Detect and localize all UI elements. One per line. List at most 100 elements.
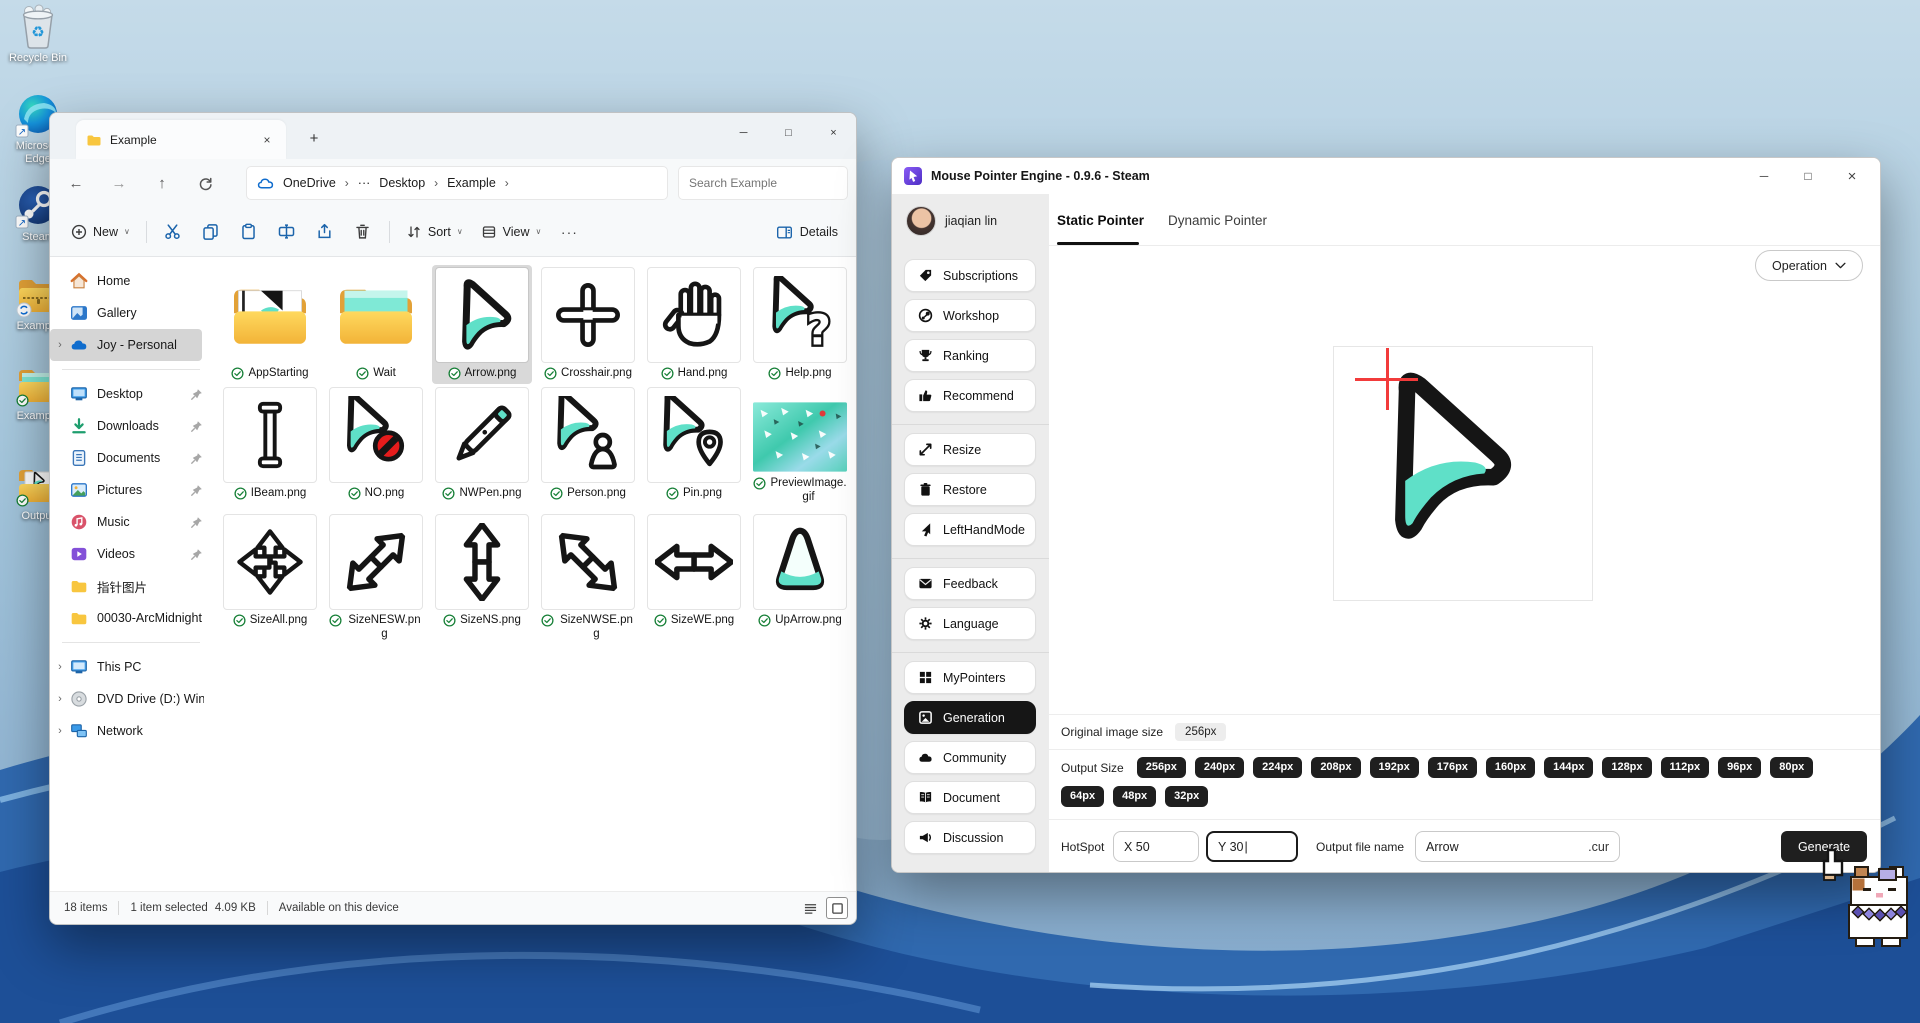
file-nwpen-png[interactable]: NWPen.png	[432, 385, 532, 504]
sort-button[interactable]: Sort ∨	[397, 214, 472, 250]
file-ibeam-png[interactable]: IBeam.png	[220, 385, 320, 504]
size-chip-32px[interactable]: 32px	[1165, 786, 1209, 807]
paste-button[interactable]	[230, 214, 268, 250]
size-chip-208px[interactable]: 208px	[1311, 757, 1361, 778]
size-chip-192px[interactable]: 192px	[1369, 757, 1419, 778]
sidebar-item-restore[interactable]: Restore	[904, 473, 1036, 506]
copy-button[interactable]	[192, 214, 230, 250]
breadcrumb-item-desktop[interactable]: Desktop	[379, 176, 425, 190]
close-button[interactable]: ×	[811, 113, 856, 153]
sidebar-item-pictures[interactable]: Pictures	[50, 474, 212, 506]
sidebar-item-recommend[interactable]: Recommend	[904, 379, 1036, 412]
maximize-button[interactable]: □	[766, 113, 811, 153]
sidebar-item-mypointers[interactable]: MyPointers	[904, 661, 1036, 694]
sidebar-item-subscriptions[interactable]: Subscriptions	[904, 259, 1036, 292]
sidebar-item-resize[interactable]: Resize	[904, 433, 1036, 466]
file-sizens-png[interactable]: SizeNS.png	[432, 512, 532, 631]
sidebar-item-pointer-images[interactable]: 指针图片	[50, 570, 212, 602]
hotspot-y-input[interactable]: Y 30 |	[1206, 831, 1298, 862]
size-chip-128px[interactable]: 128px	[1602, 757, 1652, 778]
minimize-button[interactable]: ─	[1742, 158, 1786, 194]
list-view-button[interactable]	[799, 897, 821, 919]
rename-button[interactable]	[268, 214, 306, 250]
sidebar-item-generation[interactable]: Generation	[904, 701, 1036, 734]
file-sizeall-png[interactable]: SizeAll.png	[220, 512, 320, 631]
cut-button[interactable]	[154, 214, 192, 250]
sidebar-item-this-pc[interactable]: › This PC	[50, 651, 212, 683]
file-sizenesw-png[interactable]: SizeNESW.png	[326, 512, 426, 646]
file-wait[interactable]: Wait	[326, 265, 426, 384]
breadcrumb-item-example[interactable]: Example	[447, 176, 496, 190]
details-button[interactable]: Details	[776, 207, 838, 257]
file-sizewe-png[interactable]: SizeWE.png	[644, 512, 744, 631]
file-no-png[interactable]: NO.png	[326, 385, 426, 504]
size-chip-256px[interactable]: 256px	[1136, 757, 1186, 778]
pointer-preview-canvas[interactable]	[1333, 346, 1593, 601]
back-button[interactable]: ←	[59, 166, 93, 200]
bread crumb-item-more[interactable]: ···	[358, 176, 371, 190]
sidebar-item-music[interactable]: Music	[50, 506, 212, 538]
sidebar-item-documents[interactable]: Documents	[50, 442, 212, 474]
tab-static-pointer[interactable]: Static Pointer	[1057, 194, 1144, 246]
size-chip-160px[interactable]: 160px	[1485, 757, 1536, 778]
file-person-png[interactable]: Person.png	[538, 385, 638, 504]
sidebar-item-desktop[interactable]: Desktop	[50, 378, 212, 410]
sidebar-item-community[interactable]: Community	[904, 741, 1036, 774]
minimize-button[interactable]: ─	[721, 113, 766, 153]
file-pin-png[interactable]: Pin.png	[644, 385, 744, 504]
size-chip-96px[interactable]: 96px	[1718, 757, 1762, 778]
refresh-button[interactable]	[188, 166, 222, 200]
desktop-icon-recycle-bin[interactable]: ♻ Recycle Bin	[2, 4, 74, 65]
output-file-name-input[interactable]: Arrow .cur	[1415, 831, 1620, 862]
operation-dropdown[interactable]: Operation	[1755, 250, 1863, 281]
chevron-right-icon[interactable]: ›	[50, 725, 70, 737]
file-appstarting[interactable]: AppStarting	[220, 265, 320, 384]
sidebar-item-network[interactable]: › Network	[50, 715, 212, 747]
up-button[interactable]: ↑	[145, 166, 179, 200]
sidebar-item-home[interactable]: Home	[50, 265, 212, 297]
more-options-button[interactable]: ···	[550, 214, 588, 250]
forward-button[interactable]: →	[102, 166, 136, 200]
tab-close-icon[interactable]: ×	[258, 131, 276, 149]
sidebar-item-discussion[interactable]: Discussion	[904, 821, 1036, 854]
sidebar-item-workshop[interactable]: Workshop	[904, 299, 1036, 332]
size-chip-64px[interactable]: 64px	[1061, 786, 1105, 807]
size-chip-80px[interactable]: 80px	[1770, 757, 1814, 778]
file-help-png[interactable]: Help.png	[750, 265, 850, 384]
share-button[interactable]	[306, 214, 344, 250]
sidebar-item-gallery[interactable]: Gallery	[50, 297, 212, 329]
tab-dynamic-pointer[interactable]: Dynamic Pointer	[1168, 194, 1267, 246]
sidebar-item-videos[interactable]: Videos	[50, 538, 212, 570]
hotspot-x-input[interactable]: X 50	[1113, 831, 1199, 862]
size-chip-144px[interactable]: 144px	[1544, 757, 1594, 778]
new-tab-button[interactable]: +	[300, 125, 328, 153]
delete-button[interactable]	[344, 214, 382, 250]
chevron-right-icon[interactable]: ›	[50, 661, 70, 673]
file-arrow-png[interactable]: Arrow.png	[432, 265, 532, 385]
file-sizenwse-png[interactable]: SizeNWSE.png	[538, 512, 638, 646]
maximize-button[interactable]: □	[1786, 158, 1830, 194]
file-uparrow-png[interactable]: UpArrow.png	[750, 512, 850, 631]
size-chip-176px[interactable]: 176px	[1427, 757, 1477, 778]
size-chip-48px[interactable]: 48px	[1113, 786, 1157, 807]
chevron-right-icon[interactable]: ›	[50, 339, 70, 351]
file-previewimage-gif[interactable]: PreviewImage.gif	[750, 385, 850, 509]
size-chip-240px[interactable]: 240px	[1194, 757, 1245, 778]
thumbnail-view-button[interactable]	[826, 897, 848, 919]
size-chip-224px[interactable]: 224px	[1253, 757, 1303, 778]
close-button[interactable]: ×	[1830, 158, 1874, 194]
sidebar-item-joy-personal[interactable]: › Joy - Personal	[50, 329, 202, 361]
sidebar-item-arcmidnight[interactable]: 00030-ArcMidnight	[50, 602, 212, 634]
chevron-right-icon[interactable]: ›	[50, 693, 70, 705]
sidebar-item-language[interactable]: Language	[904, 607, 1036, 640]
size-chip-112px[interactable]: 112px	[1660, 757, 1710, 778]
view-button[interactable]: View ∨	[472, 214, 551, 250]
sidebar-item-lefthandmode[interactable]: LeftHandMode	[904, 513, 1036, 546]
search-box[interactable]	[678, 166, 848, 200]
new-button[interactable]: New ∨	[62, 214, 139, 250]
file-crosshair-png[interactable]: Crosshair.png	[538, 265, 638, 384]
file-hand-png[interactable]: Hand.png	[644, 265, 744, 384]
sidebar-item-feedback[interactable]: Feedback	[904, 567, 1036, 600]
sidebar-item-downloads[interactable]: Downloads	[50, 410, 212, 442]
breadcrumb-item-onedrive[interactable]: OneDrive	[283, 176, 336, 190]
